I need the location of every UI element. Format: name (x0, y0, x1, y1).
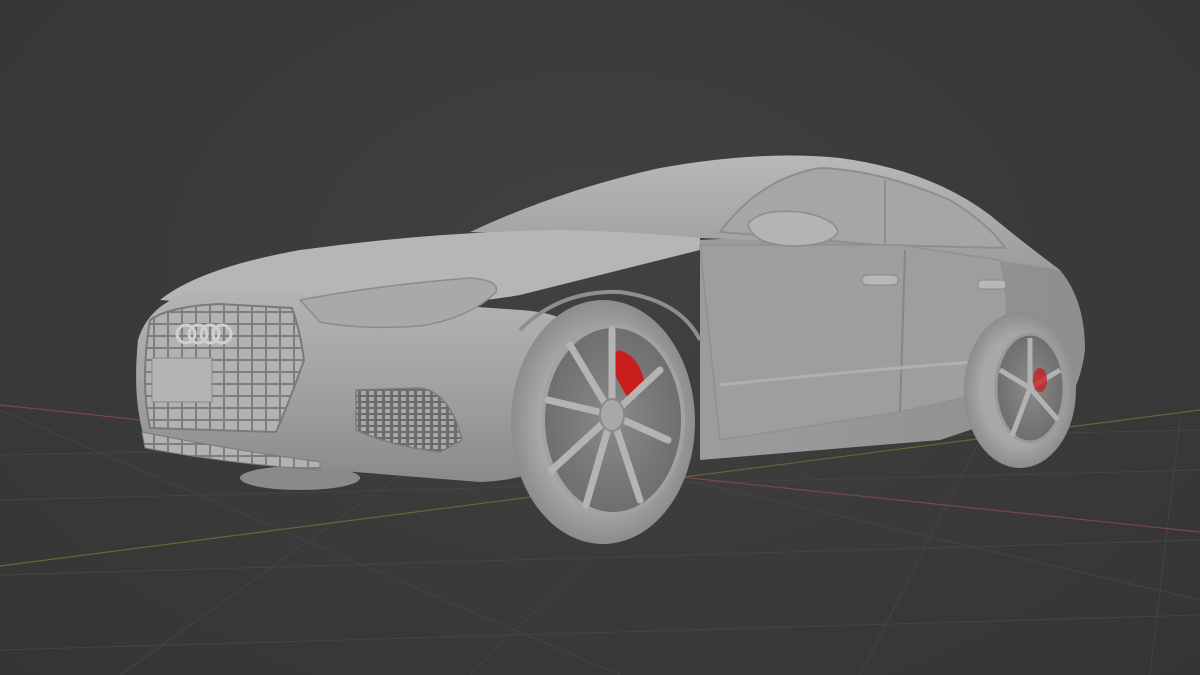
door-handle-rear (977, 279, 1007, 290)
door-handle-front (861, 274, 899, 286)
car-model[interactable] (136, 155, 1085, 544)
license-plate (151, 357, 213, 403)
front-wheel (511, 300, 695, 544)
viewport-canvas[interactable] (0, 0, 1200, 675)
3d-viewport[interactable] (0, 0, 1200, 675)
rear-wheel (964, 312, 1076, 468)
